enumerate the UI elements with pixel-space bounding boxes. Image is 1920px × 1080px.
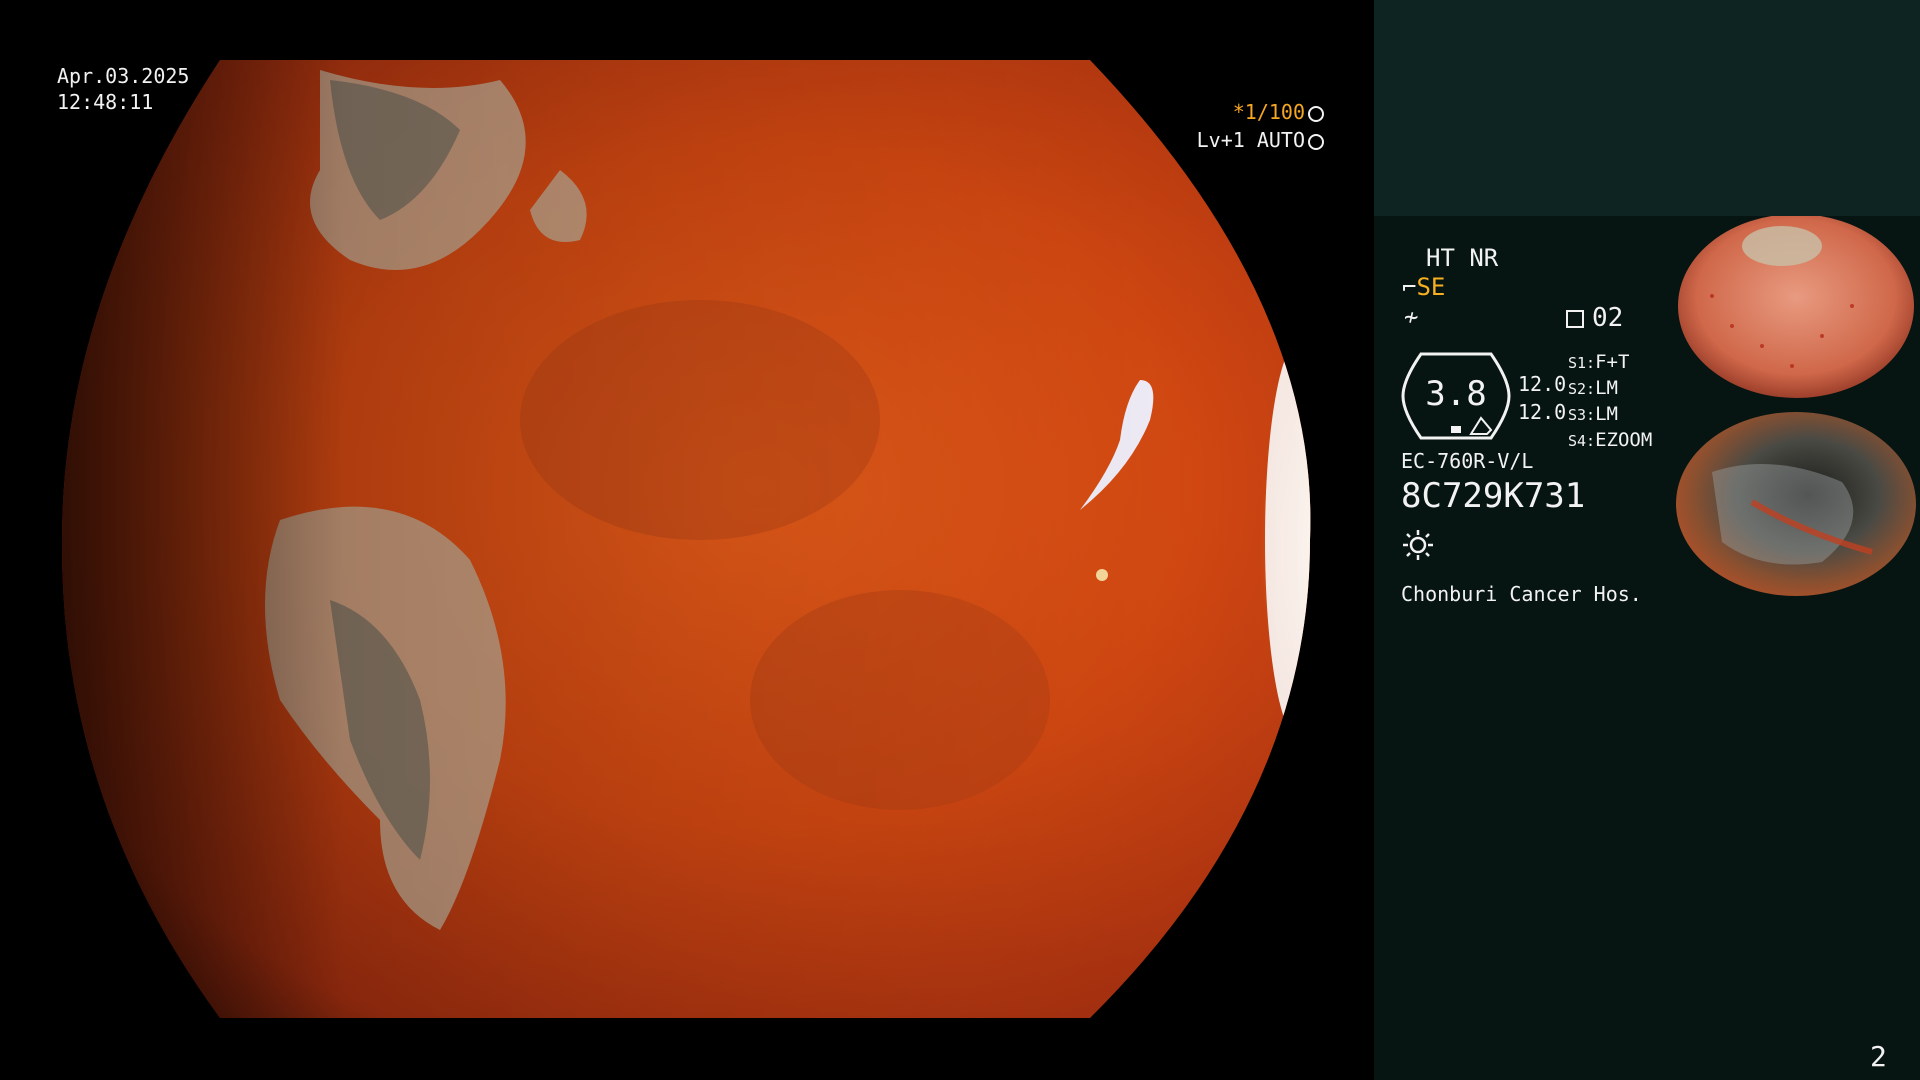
switch-row: S2:LM (1568, 376, 1652, 402)
switch-value: F+T (1595, 351, 1630, 373)
hospital-name: Chonburi Cancer Hos. (1401, 582, 1642, 606)
memory-setting: 02 (1566, 303, 1623, 333)
color-tone-icon: ≁ (1404, 303, 1419, 331)
setting-value-2: 12.0 (1518, 400, 1567, 424)
iris-icon (1308, 133, 1324, 150)
gauge-value: 3.8 (1425, 374, 1487, 414)
switch-row: S1:F+T (1568, 350, 1652, 376)
date-text: Apr.03.2025 (57, 64, 190, 88)
switch-value: EZOOM (1595, 429, 1653, 451)
switch-key: S4: (1568, 432, 1596, 450)
scope-serial: 8C729K731 (1401, 476, 1586, 516)
switch-row: S4:EZOOM (1568, 428, 1652, 454)
memory-value: 02 (1592, 303, 1624, 333)
page-number: 2 (1870, 1040, 1887, 1073)
endoscopy-image (61, 60, 1311, 1018)
enhancement-value: SE (1416, 273, 1446, 301)
shutter-icon (1308, 105, 1324, 122)
enhancement-setting: ⌐SE (1402, 273, 1445, 301)
switch-value: LM (1595, 377, 1618, 399)
switch-key: S2: (1568, 380, 1596, 398)
iris-setting: Lv+1 AUTO (1197, 127, 1324, 153)
mode-label: HT NR (1426, 244, 1499, 272)
info-panel-header (1374, 0, 1920, 216)
switch-key: S1: (1568, 354, 1596, 372)
datetime-display: Apr.03.2025 12:48:11 (57, 63, 189, 115)
enhancement-icon: ⌐ (1402, 273, 1417, 301)
iris-text: Lv+1 AUTO (1196, 128, 1305, 152)
switch-row: S3:LM (1568, 402, 1652, 428)
switch-key: S3: (1568, 406, 1596, 424)
shutter-text: *1/100 (1232, 100, 1305, 124)
time-text: 12:48:11 (57, 90, 154, 114)
thumbnail-2[interactable] (1672, 412, 1920, 604)
switch-assignments: S1:F+T S2:LM S3:LM S4:EZOOM (1568, 350, 1652, 454)
setting-values: 12.0 12.0 (1518, 370, 1566, 426)
setting-value-1: 12.0 (1518, 372, 1567, 396)
switch-value: LM (1595, 403, 1618, 425)
memory-icon (1566, 309, 1584, 328)
endoscope-main-view: Apr.03.2025 12:48:11 *1/100 Lv+1 AUTO (0, 0, 1374, 1080)
scope-model: EC-760R-V/L (1401, 449, 1534, 473)
shutter-speed: *1/100 (1233, 99, 1324, 125)
thumbnail-1[interactable] (1672, 216, 1920, 408)
light-icon (1403, 530, 1433, 560)
